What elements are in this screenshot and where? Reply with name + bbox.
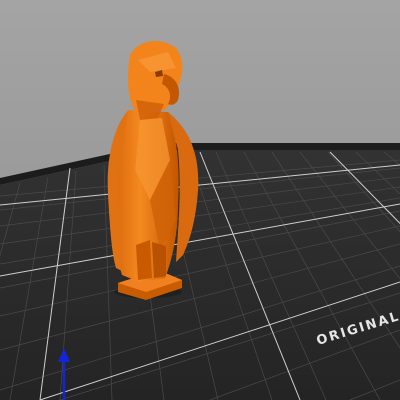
model-leg-left bbox=[136, 240, 152, 280]
model-leg-right bbox=[152, 242, 166, 278]
scene-canvas[interactable]: ORIGINAL bbox=[0, 0, 400, 400]
3d-viewport[interactable]: ORIGINAL bbox=[0, 0, 400, 400]
